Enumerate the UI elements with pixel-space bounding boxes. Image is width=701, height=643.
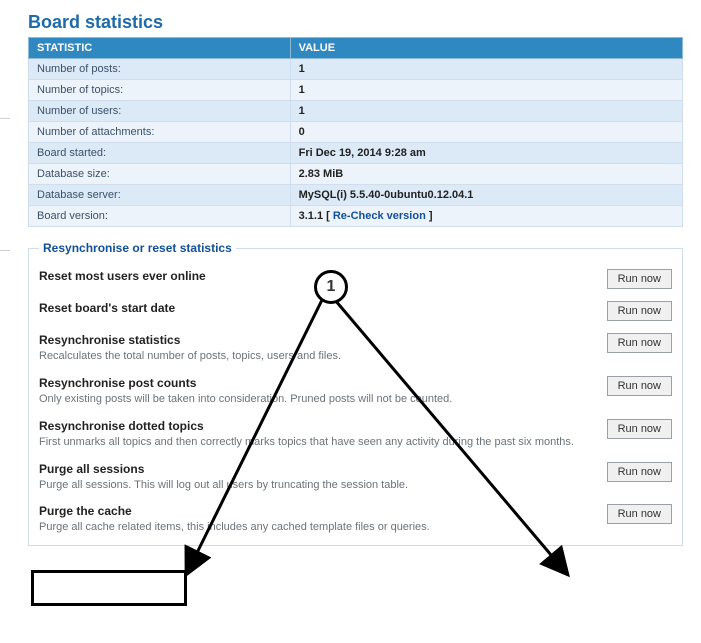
action-description: First unmarks all topics and then correc… [39, 435, 597, 450]
action-row-purge-the-cache: Purge the cache Purge all cache related i… [39, 504, 672, 535]
run-now-button-purge-the-cache[interactable]: Run now [607, 504, 672, 524]
column-header-value: VALUE [290, 38, 682, 59]
divider [0, 250, 10, 251]
run-now-button-purge-all-sessions[interactable]: Run now [607, 462, 672, 482]
recheck-version-link[interactable]: Re-Check version [333, 210, 426, 222]
board-statistics-table: STATISTIC VALUE Number of posts:1Number … [28, 37, 683, 227]
stat-value: 1 [290, 101, 682, 122]
resync-reset-fieldset: Resynchronise or reset statistics Reset … [28, 241, 683, 546]
table-row: Number of topics:1 [29, 80, 683, 101]
action-description: Only existing posts will be taken into c… [39, 392, 597, 407]
run-now-button-resynchronise-statistics[interactable]: Run now [607, 333, 672, 353]
stat-label: Board version: [29, 206, 291, 227]
run-now-button-resynchronise-post-counts[interactable]: Run now [607, 376, 672, 396]
action-title: Resynchronise post counts [39, 376, 597, 390]
table-row: Number of attachments:0 [29, 122, 683, 143]
fieldset-legend: Resynchronise or reset statistics [39, 241, 236, 255]
action-row-resynchronise-post-counts: Resynchronise post counts Only existing p… [39, 376, 672, 407]
action-row-purge-all-sessions: Purge all sessions Purge all sessions. Th… [39, 462, 672, 493]
table-row: Board version:3.1.1 [ Re-Check version ] [29, 206, 683, 227]
column-header-statistic: STATISTIC [29, 38, 291, 59]
table-row: Number of users:1 [29, 101, 683, 122]
action-row-reset-board-start-date: Reset board's start date Run now [39, 301, 672, 321]
stat-value: 1 [290, 59, 682, 80]
table-header-row: STATISTIC VALUE [29, 38, 683, 59]
stat-label: Number of topics: [29, 80, 291, 101]
action-text: Purge the cache Purge all cache related i… [39, 504, 607, 535]
run-now-button-reset-board-start-date[interactable]: Run now [607, 301, 672, 321]
action-description: Recalculates the total number of posts, … [39, 349, 597, 364]
divider [0, 118, 10, 119]
stat-value: 2.83 MiB [290, 164, 682, 185]
stat-value: 0 [290, 122, 682, 143]
action-title: Resynchronise statistics [39, 333, 597, 347]
action-description: Purge all cache related items, this incl… [39, 520, 597, 535]
stat-value: 3.1.1 [ Re-Check version ] [290, 206, 682, 227]
stat-label: Number of attachments: [29, 122, 291, 143]
action-title: Purge the cache [39, 504, 597, 518]
annotation-highlight-purge-cache [31, 570, 187, 606]
action-row-resynchronise-dotted-topics: Resynchronise dotted topics First unmarks… [39, 419, 672, 450]
stat-value: MySQL(i) 5.5.40-0ubuntu0.12.04.1 [290, 185, 682, 206]
action-text: Purge all sessions Purge all sessions. Th… [39, 462, 607, 493]
action-title: Resynchronise dotted topics [39, 419, 597, 433]
annotation-marker-1: 1 [314, 270, 348, 304]
stat-label: Board started: [29, 143, 291, 164]
action-row-reset-most-users-online: Reset most users ever onlineRun now [39, 269, 672, 289]
run-now-button-reset-most-users-online[interactable]: Run now [607, 269, 672, 289]
action-title: Purge all sessions [39, 462, 597, 476]
page-title: Board statistics [28, 12, 683, 33]
stat-label: Database size: [29, 164, 291, 185]
stat-value: 1 [290, 80, 682, 101]
action-text: Reset board's start date [39, 301, 607, 315]
action-title: Reset board's start date [39, 301, 597, 315]
stat-label: Number of users: [29, 101, 291, 122]
action-text: Resynchronise statistics Recalculates the… [39, 333, 607, 364]
table-row: Database size:2.83 MiB [29, 164, 683, 185]
stat-label: Database server: [29, 185, 291, 206]
table-row: Number of posts:1 [29, 59, 683, 80]
action-text: Resynchronise dotted topics First unmarks… [39, 419, 607, 450]
run-now-button-resynchronise-dotted-topics[interactable]: Run now [607, 419, 672, 439]
stat-label: Number of posts: [29, 59, 291, 80]
table-row: Board started:Fri Dec 19, 2014 9:28 am [29, 143, 683, 164]
action-row-resynchronise-statistics: Resynchronise statistics Recalculates the… [39, 333, 672, 364]
action-description: Purge all sessions. This will log out al… [39, 478, 597, 493]
action-text: Resynchronise post counts Only existing p… [39, 376, 607, 407]
stat-value: Fri Dec 19, 2014 9:28 am [290, 143, 682, 164]
table-row: Database server:MySQL(i) 5.5.40-0ubuntu0… [29, 185, 683, 206]
